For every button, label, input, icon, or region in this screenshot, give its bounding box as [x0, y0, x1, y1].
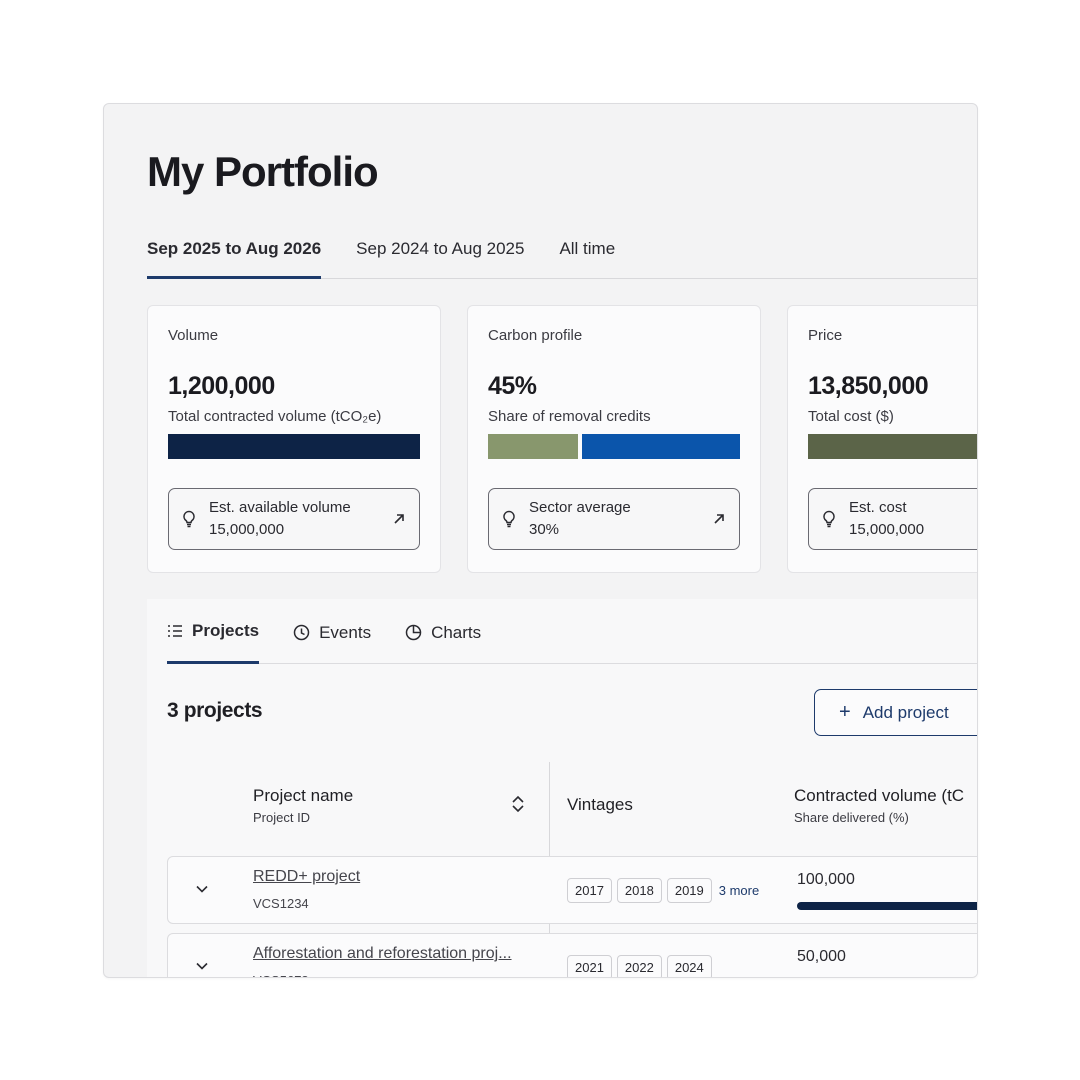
price-bar — [808, 434, 977, 459]
vintage-chip: 2018 — [616, 878, 662, 903]
tab-period-current[interactable]: Sep 2025 to Aug 2026 — [147, 236, 322, 279]
avoidance-credits-segment — [582, 434, 740, 459]
card-label: Price — [808, 327, 843, 344]
period-tabs: Sep 2025 to Aug 2026 Sep 2024 to Aug 202… — [147, 236, 977, 279]
project-name-link[interactable]: Afforestation and reforestation proj... — [253, 945, 512, 963]
contracted-volume: 100,000 — [797, 871, 855, 888]
carbon-profile-bar — [488, 434, 740, 459]
card-subtitle: Total contracted volume (tCO₂e) — [168, 408, 382, 425]
tab-label: Events — [319, 622, 372, 642]
portfolio-window: My Portfolio Sep 2025 to Aug 2026 Sep 20… — [103, 103, 978, 978]
projects-count: 3 projects — [167, 699, 263, 722]
lightbulb-icon — [823, 510, 835, 528]
hint-value: 30% — [529, 521, 560, 538]
lightbulb-icon — [183, 510, 195, 528]
tab-label: Charts — [431, 622, 482, 642]
sort-icon[interactable] — [511, 794, 525, 814]
vintage-chips: 2021 2022 2024 — [567, 955, 712, 977]
contracted-volume: 50,000 — [797, 948, 846, 965]
card-label: Volume — [168, 327, 219, 344]
vintage-chip: 2019 — [666, 878, 712, 903]
lightbulb-icon — [503, 510, 515, 528]
hint-title: Est. available volume — [209, 499, 351, 516]
projects-panel: Projects Events Charts 3 projects + Add … — [147, 599, 977, 977]
list-icon — [168, 625, 182, 637]
tab-charts[interactable]: Charts — [405, 599, 481, 664]
tab-projects[interactable]: Projects — [167, 599, 260, 664]
column-subtitle: Project ID — [253, 810, 311, 825]
card-subtitle: Share of removal credits — [488, 408, 651, 425]
project-id: VCS1234 — [253, 896, 309, 911]
removal-credits-segment — [488, 434, 578, 459]
est-cost-hint[interactable]: Est. cost 15,000,000 — [808, 488, 977, 550]
share-delivered-bar — [797, 902, 977, 910]
column-header-contracted-volume: Contracted volume (tC Share delivered (%… — [794, 786, 964, 825]
hint-title: Est. cost — [849, 499, 907, 516]
tab-period-all-time[interactable]: All time — [559, 236, 615, 279]
hint-title: Sector average — [529, 499, 631, 516]
plus-icon: + — [839, 701, 851, 723]
summary-cards: Volume 1,200,000 Total contracted volume… — [147, 305, 977, 573]
project-id: VCS5678 — [253, 973, 309, 977]
more-vintages-link[interactable]: 3 more — [719, 883, 759, 898]
view-tabs: Projects Events Charts — [167, 599, 977, 664]
card-value: 45% — [488, 372, 537, 400]
table-row: REDD+ project VCS1234 2017 2018 2019 3 m… — [167, 856, 977, 924]
clock-icon — [293, 624, 310, 641]
est-available-volume-hint[interactable]: Est. available volume 15,000,000 — [168, 488, 420, 550]
column-title: Contracted volume (tC — [794, 786, 965, 805]
project-name-link[interactable]: REDD+ project — [253, 868, 360, 886]
chevron-down-icon[interactable] — [194, 881, 210, 897]
table-row: Afforestation and reforestation proj... … — [167, 933, 977, 977]
sector-average-hint[interactable]: Sector average 30% — [488, 488, 740, 550]
column-header-vintages: Vintages — [567, 795, 633, 814]
hint-value: 15,000,000 — [849, 521, 925, 538]
vintage-chip: 2024 — [666, 955, 712, 977]
card-subtitle: Total cost ($) — [808, 408, 894, 425]
column-title: Project name — [253, 786, 354, 805]
vintage-chip: 2022 — [616, 955, 662, 977]
tab-period-previous[interactable]: Sep 2024 to Aug 2025 — [356, 236, 524, 279]
price-bar-segment — [808, 434, 977, 459]
add-project-button[interactable]: + Add project — [814, 689, 977, 736]
vintage-chip: 2017 — [567, 878, 612, 903]
hint-value: 15,000,000 — [209, 521, 285, 538]
table-header: Project name Project ID Vintages Contrac… — [147, 762, 977, 857]
add-project-label: Add project — [862, 702, 949, 722]
price-card: Price 13,850,000 Total cost ($) Est. cos… — [787, 305, 977, 573]
volume-bar-segment — [168, 434, 420, 459]
page-title: My Portfolio — [147, 148, 379, 195]
card-label: Carbon profile — [488, 327, 583, 344]
vintage-chip: 2021 — [567, 955, 612, 977]
chevron-down-icon[interactable] — [194, 958, 210, 974]
tab-label: Projects — [192, 621, 260, 640]
column-header-project-name: Project name Project ID — [253, 786, 353, 825]
carbon-profile-card: Carbon profile 45% Share of removal cred… — [467, 305, 761, 573]
volume-bar — [168, 434, 420, 459]
pie-chart-icon — [405, 624, 422, 641]
tab-events[interactable]: Events — [293, 599, 371, 664]
vintage-chips: 2017 2018 2019 3 more — [567, 878, 759, 903]
volume-card: Volume 1,200,000 Total contracted volume… — [147, 305, 441, 573]
arrow-up-right-icon — [714, 514, 724, 524]
column-subtitle: Share delivered (%) — [794, 810, 909, 825]
card-value: 1,200,000 — [168, 372, 275, 400]
arrow-up-right-icon — [394, 514, 404, 524]
card-value: 13,850,000 — [808, 372, 929, 400]
